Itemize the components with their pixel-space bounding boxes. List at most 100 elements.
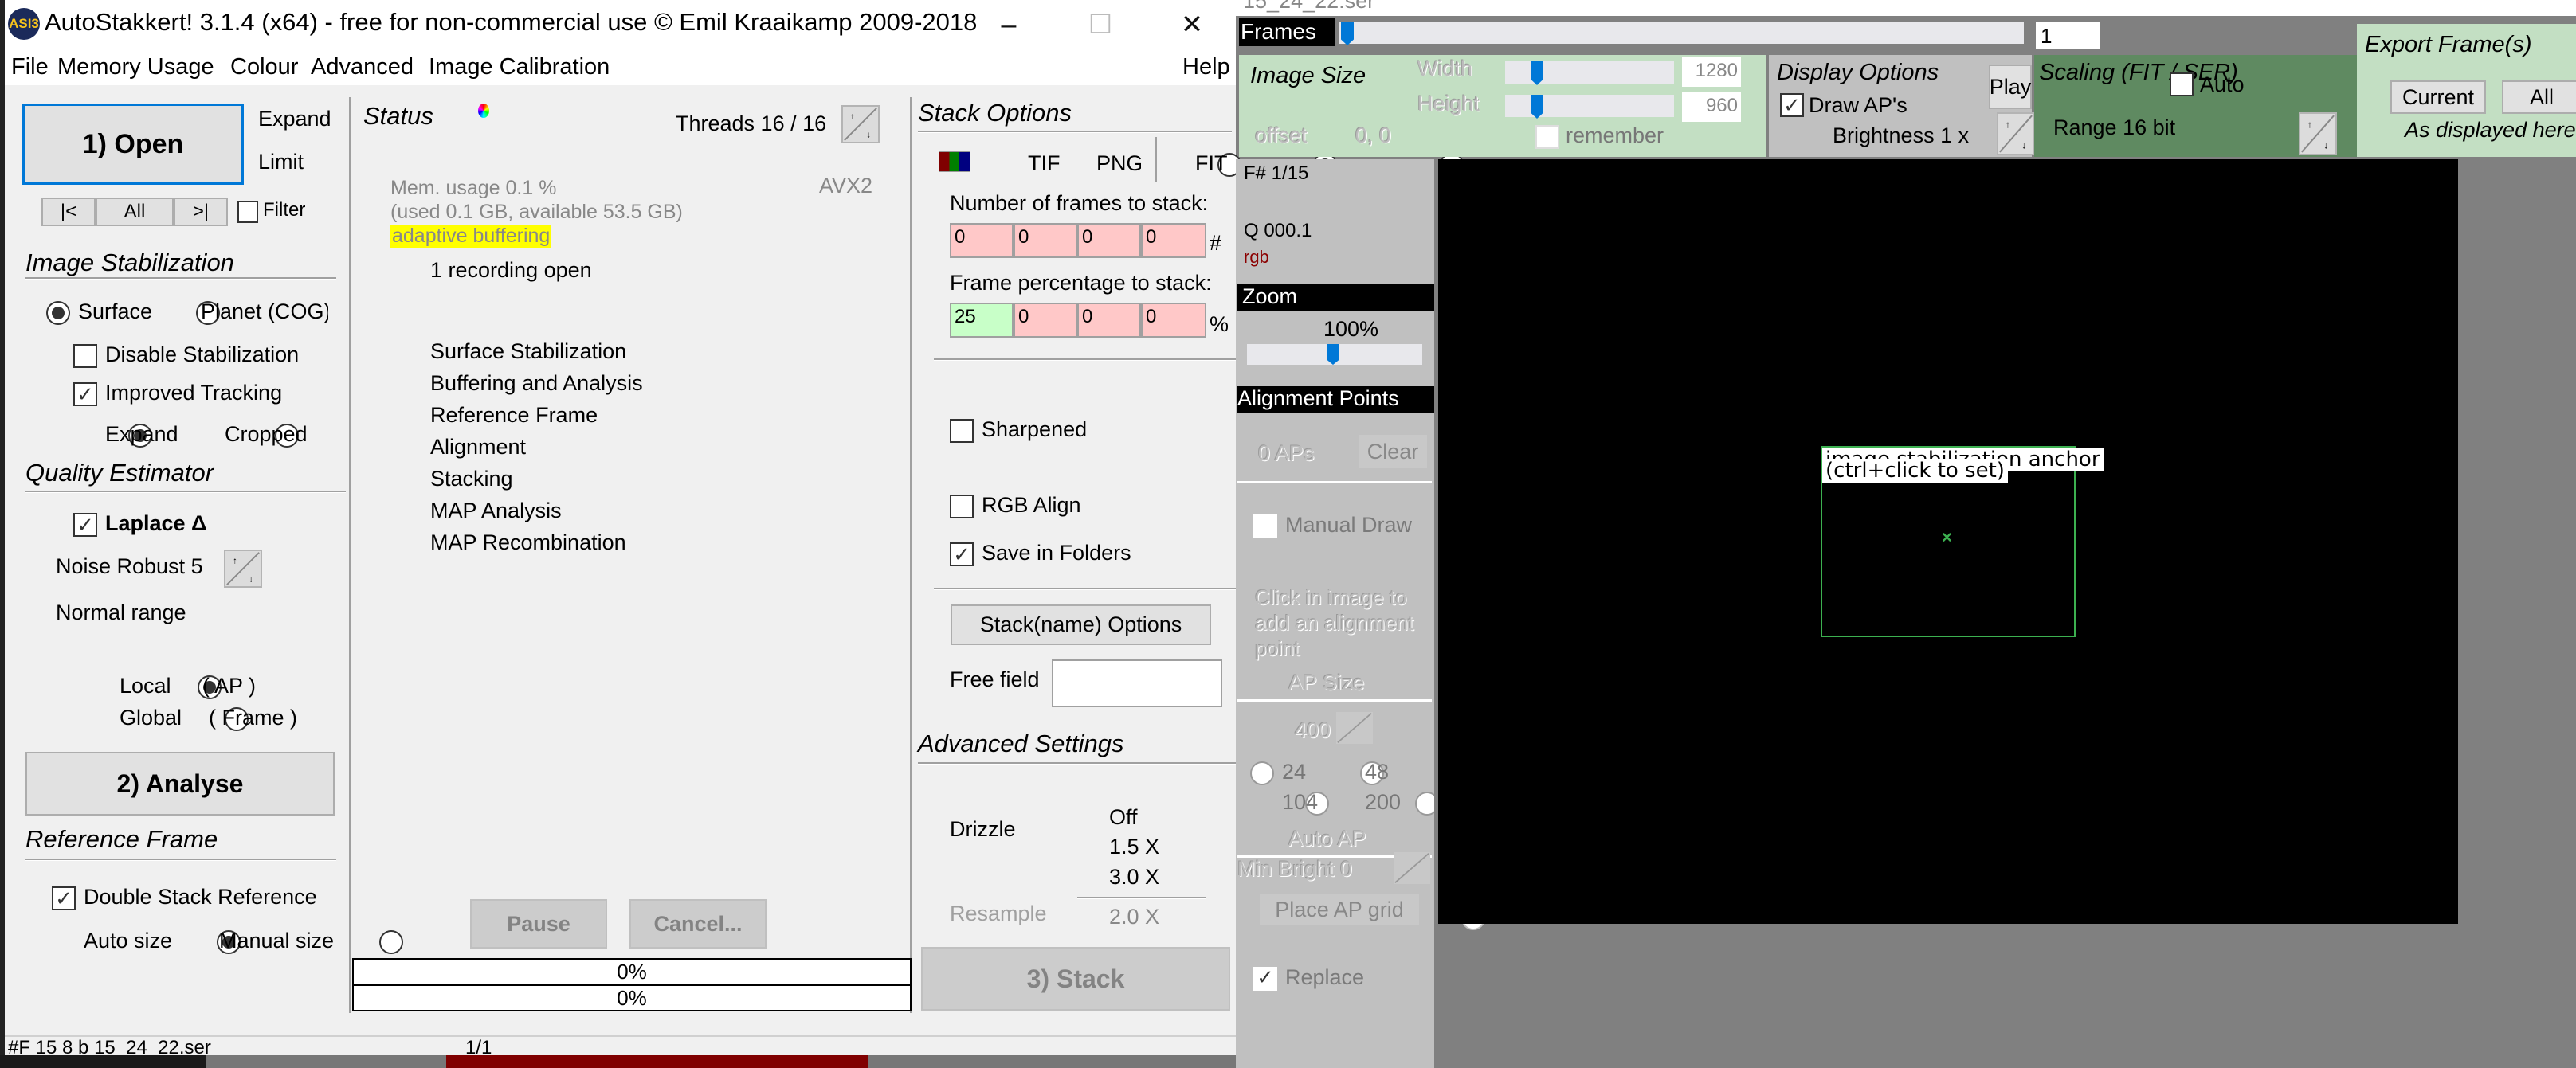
clear-aps-button[interactable]: Clear	[1359, 435, 1427, 468]
zoom-slider[interactable]	[1247, 344, 1422, 365]
manual-size-radio[interactable]	[379, 930, 404, 954]
sharpened-label: Sharpened	[982, 417, 1088, 441]
expand-label[interactable]: Expand	[258, 107, 331, 131]
filter-checkbox[interactable]	[237, 201, 258, 223]
maximize-button[interactable]: ☐	[1068, 6, 1132, 43]
frames-slider[interactable]	[1339, 22, 2024, 45]
frames-slider-thumb[interactable]	[1341, 22, 1354, 45]
height-slider-thumb[interactable]	[1531, 95, 1543, 119]
close-button[interactable]: ✕	[1160, 6, 1224, 43]
menu-colour[interactable]: Colour	[230, 54, 298, 80]
draw-aps-checkbox[interactable]	[1780, 93, 1804, 117]
anchor-marker-icon: ×	[1942, 527, 1952, 547]
frame-percentage-input[interactable]: 0	[1141, 303, 1206, 338]
drizzle-label: Drizzle	[950, 817, 1016, 841]
svg-text:↓: ↓	[866, 131, 871, 140]
menu-help[interactable]: Help	[1182, 54, 1230, 80]
frame-percentage-input[interactable]: 0	[1077, 303, 1141, 338]
manual-draw-checkbox[interactable]	[1253, 514, 1277, 538]
frame-percentage-input[interactable]: 0	[1014, 303, 1077, 338]
menu-file[interactable]: File	[11, 54, 49, 80]
width-slider[interactable]	[1505, 61, 1674, 85]
num-frames-input[interactable]: 0	[950, 223, 1014, 258]
num-frames-input[interactable]: 0	[1014, 223, 1077, 258]
frames-label: Frames	[1239, 18, 1335, 46]
brightness-spinner[interactable]: ↑ ↓	[1997, 112, 2035, 155]
disable-stabilization-checkbox[interactable]	[73, 344, 97, 368]
menu-image-calibration[interactable]: Image Calibration	[429, 54, 610, 80]
limit-label[interactable]: Limit	[258, 150, 304, 174]
ap-size-24-radio[interactable]	[1250, 761, 1274, 785]
ap-size-spinner[interactable]	[1336, 712, 1373, 744]
first-frame-button[interactable]: |<	[41, 198, 96, 226]
range-spinner[interactable]: ↑ ↓	[2299, 112, 2337, 155]
play-button[interactable]: Play	[1989, 65, 2032, 109]
num-frames-input[interactable]: 0	[1077, 223, 1141, 258]
export-panel: Export Frame(s) Current All As displayed…	[2357, 24, 2576, 157]
global-suffix: ( Frame )	[209, 706, 297, 730]
all-frames-button[interactable]: All	[96, 198, 174, 226]
menu-memory-usage[interactable]: Memory Usage	[57, 54, 214, 80]
stack-options-title: Stack Options	[918, 99, 1072, 127]
double-stack-reference-checkbox[interactable]	[52, 886, 76, 910]
replace-checkbox[interactable]	[1253, 967, 1277, 991]
cancel-button[interactable]: Cancel...	[629, 899, 767, 949]
pause-button[interactable]: Pause	[470, 899, 607, 949]
analyse-button[interactable]: 2) Analyse	[25, 752, 335, 816]
export-all-button[interactable]: All	[2502, 80, 2576, 114]
num-frames-input[interactable]: 0	[1141, 223, 1206, 258]
ap-hint: Click in image to add an alignment point	[1255, 585, 1414, 660]
minimize-button[interactable]: –	[977, 6, 1041, 43]
ap-size-48-label: 48	[1365, 760, 1390, 784]
menu-advanced[interactable]: Advanced	[311, 54, 414, 80]
sharpened-checkbox[interactable]	[950, 419, 974, 443]
free-field-input[interactable]	[1052, 659, 1222, 707]
last-frame-button[interactable]: >|	[174, 198, 228, 226]
resample-2x-label: 2.0 X	[1109, 905, 1160, 929]
separator	[934, 358, 1237, 361]
format-png-label: PNG	[1096, 151, 1141, 175]
laplace-checkbox[interactable]	[73, 513, 97, 537]
width-input[interactable]: 1280	[1682, 57, 1741, 87]
rgb-align-checkbox[interactable]	[950, 495, 974, 518]
num-frames-fields: 0 0 0 0	[950, 223, 1206, 258]
stackname-options-button[interactable]: Stack(name) Options	[951, 604, 1211, 645]
background-strip	[0, 1055, 1236, 1068]
auto-scaling-checkbox[interactable]	[2170, 72, 2194, 96]
frame-percentage-input[interactable]: 25	[950, 303, 1014, 338]
menu-bar: File Memory Usage Colour Advanced Image …	[5, 49, 1236, 85]
image-preview[interactable]: image stabilization anchor (ctrl+click t…	[1438, 159, 2458, 924]
rgb-color-icon[interactable]	[939, 151, 970, 172]
num-frames-label: Number of frames to stack:	[950, 191, 1209, 215]
surface-radio[interactable]	[46, 301, 70, 325]
remember-checkbox[interactable]	[1535, 125, 1559, 149]
title-bar: ASI3 AutoStakkert! 3.1.4 (x64) - free fo…	[5, 0, 1236, 49]
width-label: Width	[1417, 57, 1473, 80]
status-bar: #F 15 8 b 15_24_22.ser 1/1	[5, 1035, 1236, 1058]
open-button[interactable]: 1) Open	[22, 104, 244, 185]
height-input[interactable]: 960	[1682, 92, 1741, 122]
width-slider-thumb[interactable]	[1531, 61, 1543, 85]
separator	[918, 762, 1238, 765]
color-wheel-icon	[478, 104, 489, 118]
improved-tracking-checkbox[interactable]	[73, 382, 97, 406]
frame-index-input[interactable]: 1	[2036, 22, 2100, 49]
normal-range-label: Normal range	[56, 601, 186, 624]
zoom-slider-thumb[interactable]	[1327, 344, 1339, 365]
ap-count: 0 APs	[1258, 441, 1315, 465]
memory-detail: (used 0.1 GB, available 53.5 GB)	[390, 201, 683, 223]
export-current-button[interactable]: Current	[2390, 80, 2486, 114]
save-in-folders-checkbox[interactable]	[950, 542, 974, 566]
step-item: Surface Stabilization	[430, 339, 627, 363]
noise-robust-spinner[interactable]: ↑ ↓	[224, 550, 262, 588]
height-slider[interactable]	[1505, 95, 1674, 119]
format-tif-label: TIF	[1028, 151, 1061, 175]
num-frames-suffix: #	[1210, 231, 1222, 255]
auto-ap-header: Auto AP	[1288, 827, 1366, 851]
stack-button[interactable]: 3) Stack	[921, 947, 1230, 1011]
min-bright-spinner[interactable]	[1394, 852, 1430, 884]
replace-label: Replace	[1285, 965, 1365, 989]
place-ap-grid-button[interactable]: Place AP grid	[1260, 894, 1419, 925]
threads-spinner[interactable]: ↑ ↓	[841, 105, 880, 143]
frame-number: F# 1/15	[1244, 162, 1309, 184]
